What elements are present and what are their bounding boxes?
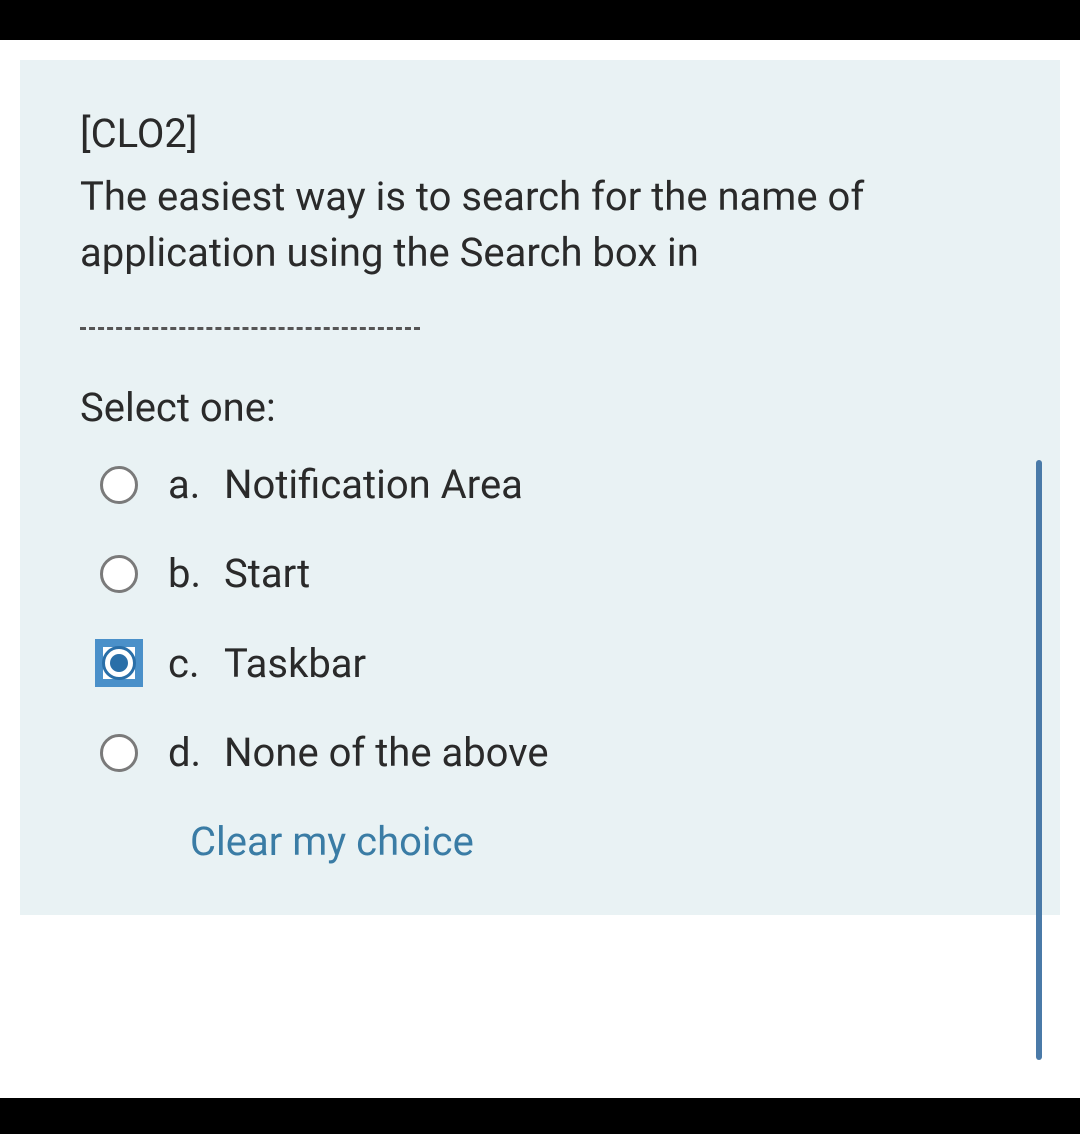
option-letter: d.: [168, 729, 224, 776]
bottom-bar: [0, 1098, 1080, 1134]
option-d[interactable]: d. None of the above: [100, 729, 1000, 776]
question-text: The easiest way is to search for the nam…: [80, 169, 1000, 281]
radio-icon[interactable]: [100, 466, 138, 504]
option-b[interactable]: b. Start: [100, 550, 1000, 597]
option-text: Start: [224, 550, 1000, 597]
radio-icon[interactable]: [100, 734, 138, 772]
blank-line: [80, 311, 420, 330]
question-container: [CLO2] The easiest way is to search for …: [0, 40, 1080, 915]
option-text: Notification Area: [224, 461, 1000, 508]
option-c[interactable]: c. Taskbar: [100, 639, 1000, 687]
radio-icon-selected[interactable]: [95, 639, 143, 687]
option-letter: b.: [168, 550, 224, 597]
option-text: None of the above: [224, 729, 1000, 776]
option-text: Taskbar: [224, 640, 1000, 687]
select-one-label: Select one:: [80, 384, 1000, 431]
scroll-indicator[interactable]: [1036, 460, 1042, 1060]
top-bar: [0, 0, 1080, 40]
radio-icon[interactable]: [100, 555, 138, 593]
question-tag: [CLO2]: [80, 110, 1000, 157]
option-letter: c.: [168, 640, 224, 687]
option-letter: a.: [168, 461, 224, 508]
clear-my-choice-link[interactable]: Clear my choice: [190, 818, 1000, 865]
option-a[interactable]: a. Notification Area: [100, 461, 1000, 508]
question-card: [CLO2] The easiest way is to search for …: [20, 60, 1060, 915]
options-list: a. Notification Area b. Start c. Taskbar…: [80, 461, 1000, 776]
